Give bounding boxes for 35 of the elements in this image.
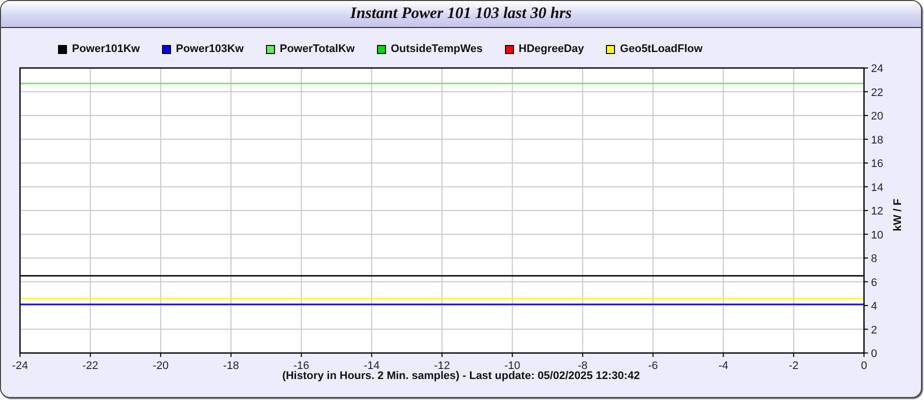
x-tick-label: -4 [718,360,728,372]
y-tick-label: 14 [871,182,884,194]
x-tick-label: -20 [152,360,169,372]
y-tick-label: 6 [871,276,878,289]
y-tick-label: 12 [871,206,884,218]
legend-label: Power103Kw [176,43,244,55]
legend-label: PowerTotalKw [280,43,355,55]
x-tick-label: -16 [293,360,310,372]
legend-label: Power101Kw [72,43,140,55]
legend-label: OutsideTempWes [390,43,483,55]
x-tick-label: 0 [860,360,868,372]
chart-title: Instant Power 101 103 last 30 hrs [1,1,921,28]
x-tick-label: -22 [82,360,98,372]
y-tick-label: 18 [871,134,884,146]
x-tick-label: -6 [648,360,658,372]
x-tick-label: -10 [504,360,520,372]
x-tick-label: -14 [364,360,380,372]
y-axis-title: kW / F [892,198,904,232]
y-tick-label: 24 [871,63,884,75]
y-tick-label: 10 [871,229,884,242]
y-tick-label: 22 [871,86,884,99]
x-tick-label: -24 [12,360,28,372]
y-tick-label: 0 [871,348,878,360]
x-tick-label: -2 [788,360,799,372]
x-tick-label: -8 [578,360,588,372]
y-tick-label: 8 [871,253,878,265]
y-tick-label: 20 [871,110,884,122]
legend-label: HDegreeDay [518,43,584,55]
x-tick-label: -12 [434,360,450,372]
x-axis-title: (History in Hours. 2 Min. samples) - Last update: 05/02/2025 12:30:42 [282,370,640,382]
x-tick-label: -18 [223,360,239,372]
y-tick-label: 16 [871,158,884,170]
y-tick-label: 2 [871,324,878,336]
legend-label: Geo5tLoadFlow [620,43,703,55]
y-tick-label: 4 [871,300,878,312]
